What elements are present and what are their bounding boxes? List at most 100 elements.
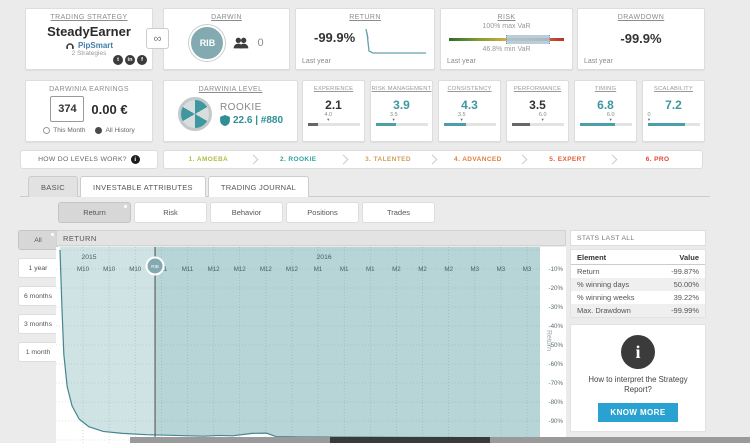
subtab-risk[interactable]: Risk [134, 202, 207, 223]
attribute-card-performance: PERFORMANCE 3.56.0▾ [506, 80, 569, 142]
subtab-return[interactable]: Return [58, 202, 131, 223]
time-button-1-month[interactable]: 1 month [18, 342, 58, 362]
attribute-card-consistency: CONSISTENCY 4.33.5▾ [438, 80, 501, 142]
radio-circle-icon[interactable] [43, 127, 50, 134]
x-tick-label: M2 [392, 266, 401, 273]
info-icon: i [131, 155, 140, 164]
level-segment-2-rookie[interactable]: 2. ROOKIE [254, 151, 343, 168]
attribute-label[interactable]: TIMING [575, 86, 636, 92]
how-do-levels-work-button[interactable]: HOW DO LEVELS WORK? i [20, 150, 158, 169]
tab-trading-journal[interactable]: TRADING JOURNAL [208, 176, 309, 197]
return-header[interactable]: RETURN [296, 14, 434, 21]
level-name: ROOKIE [220, 102, 283, 113]
darwinia-level-header[interactable]: DARWINIA LEVEL [164, 86, 297, 93]
risk-card: RISK 100% max VaR 46.8% min VaR Last yea… [440, 8, 573, 70]
attribute-benchmark: 6.0▾ [580, 112, 632, 123]
drawdown-period: Last year [584, 58, 613, 65]
earnings-count: 374 [50, 96, 84, 122]
horizontal-scrollbar[interactable] [130, 437, 750, 443]
subtab-positions[interactable]: Positions [286, 202, 359, 223]
risk-header[interactable]: RISK [441, 14, 572, 21]
trading-strategy-header[interactable]: TRADING STRATEGY [26, 14, 152, 21]
investors-icon [233, 37, 249, 49]
subtab-behavior[interactable]: Behavior [210, 202, 283, 223]
attribute-bar-fill [648, 123, 685, 126]
benchmark-marker: 6.0▾ [607, 113, 615, 122]
investable-attributes-row: EXPERIENCE2.14.0▾RISK MANAGEMENT3.93.5▾C… [302, 80, 705, 142]
y-tick-label: -30% [549, 304, 564, 311]
year-label: 2015 [81, 254, 96, 261]
level-segment-4-advanced[interactable]: 4. ADVANCED [433, 151, 522, 168]
stats-row-max-drawdown: Max. Drawdown-99.99% [571, 304, 705, 317]
facebook-icon[interactable]: f [137, 55, 147, 65]
levels-progress-bar: 1. AMOEBA2. ROOKIE3. TALENTED4. ADVANCED… [163, 150, 703, 169]
darwin-header[interactable]: DARWIN [164, 14, 289, 21]
attribute-value: 3.5 [507, 98, 568, 112]
var-slider-handle[interactable] [506, 35, 550, 44]
tab-investable-attributes[interactable]: INVESTABLE ATTRIBUTES [80, 176, 206, 197]
time-button-6-months[interactable]: 6 months [18, 286, 58, 306]
attribute-label[interactable]: RISK MANAGEMENT [371, 86, 432, 92]
attribute-value: 6.8 [575, 98, 636, 112]
level-segment-5-expert[interactable]: 5. EXPERT [523, 151, 612, 168]
attribute-label[interactable]: PERFORMANCE [507, 86, 568, 92]
radio-selected-icon[interactable] [95, 127, 102, 134]
attribute-bar [648, 123, 700, 126]
return-chart-panel: RETURN M10M10M10M11M11M12M12M12M12M1M1M1… [56, 230, 566, 443]
twitter-icon[interactable]: t [113, 55, 123, 65]
chart-subtabs: ReturnRiskBehaviorPositionsTrades [58, 202, 435, 223]
return-period: Last year [302, 58, 331, 65]
radio-all-history[interactable]: All History [95, 127, 134, 134]
stats-table: ElementValueReturn-99.87%% winning days5… [570, 249, 706, 318]
radio-this-month[interactable]: This Month [43, 127, 85, 134]
subtab-trades[interactable]: Trades [362, 202, 435, 223]
return-chart-plot[interactable]: M10M10M10M11M11M12M12M12M12M1M1M1M2M2M2M… [56, 247, 566, 443]
social-icons: tinf [113, 55, 147, 65]
tab-basic[interactable]: BASIC [28, 176, 78, 197]
stats-col-value: Value [679, 253, 699, 262]
y-tick-label: -60% [549, 361, 564, 368]
time-button-1-year[interactable]: 1 year [18, 258, 58, 278]
attribute-value: 7.2 [643, 98, 704, 112]
var-slider[interactable] [449, 32, 564, 46]
stats-row-winning-days: % winning days50.00% [571, 278, 705, 291]
trading-strategy-card: TRADING STRATEGY SteadyEarner PipSmart 2… [25, 8, 153, 70]
stats-panel: STATS LAST ALL ElementValueReturn-99.87%… [570, 230, 706, 432]
attribute-value: 2.1 [303, 98, 364, 112]
min-var-label: 46.8% min VaR [441, 46, 572, 53]
attribute-label[interactable]: CONSISTENCY [439, 86, 500, 92]
x-tick-label: M12 [208, 266, 221, 273]
time-button-3-months[interactable]: 3 months [18, 314, 58, 334]
level-segment-6-pro[interactable]: 6. PRO [613, 151, 702, 168]
caret-down-icon: ▾ [607, 118, 615, 123]
attribute-bar [512, 123, 564, 126]
risk-period: Last year [447, 58, 476, 65]
benchmark-marker: 6.0▾ [539, 113, 547, 122]
attribute-benchmark: 0▾ [648, 112, 700, 123]
darwin-badge[interactable]: RIB [189, 25, 225, 61]
attribute-bar-fill [308, 123, 319, 126]
attribute-label[interactable]: SCALABILITY [643, 86, 704, 92]
level-segment-1-amoeba[interactable]: 1. AMOEBA [164, 151, 253, 168]
know-more-button[interactable]: KNOW MORE [598, 403, 677, 422]
time-button-all[interactable]: All [18, 230, 58, 250]
linkedin-icon[interactable]: in [125, 55, 135, 65]
caret-down-icon: ▾ [648, 118, 651, 123]
caret-down-icon: ▾ [458, 118, 466, 123]
level-segment-3-talented[interactable]: 3. TALENTED [344, 151, 433, 168]
attribute-value: 4.3 [439, 98, 500, 112]
scrollbar-thumb[interactable] [330, 437, 490, 443]
y-tick-label: -90% [549, 418, 564, 425]
level-score: 22.6 | #880 [233, 115, 283, 126]
stats-element: % winning weeks [577, 293, 635, 302]
stats-value: 39.22% [674, 293, 699, 302]
drawdown-header[interactable]: DRAWDOWN [578, 14, 704, 21]
caret-down-icon: ▾ [390, 118, 398, 123]
link-darwin-icon[interactable]: ∞ [146, 28, 169, 49]
attribute-benchmark: 3.5▾ [444, 112, 496, 123]
owner-link[interactable]: PipSmart [78, 41, 113, 50]
shield-icon [220, 115, 230, 126]
return-sparkline [340, 27, 430, 61]
x-tick-label: M1 [366, 266, 375, 273]
attribute-label[interactable]: EXPERIENCE [303, 86, 364, 92]
